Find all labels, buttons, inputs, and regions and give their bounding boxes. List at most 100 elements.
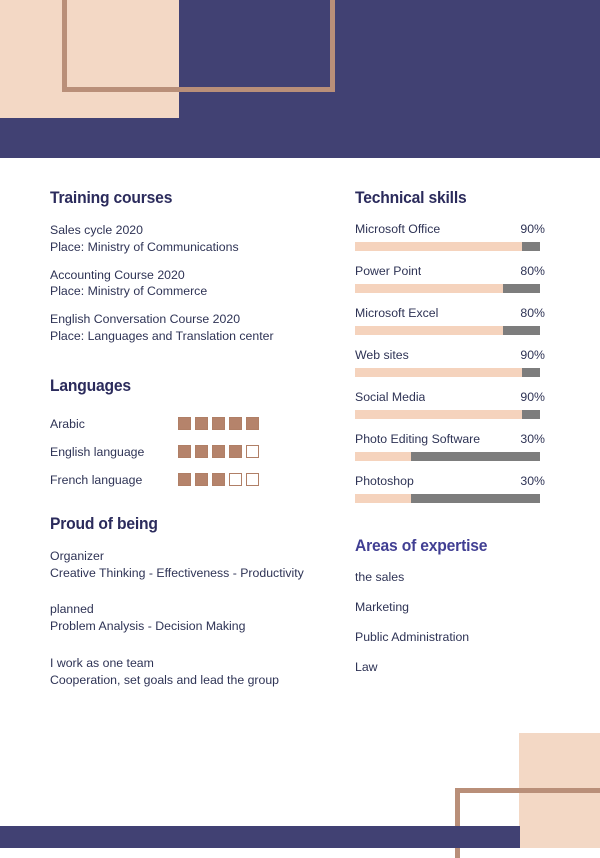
rating-square-filled	[229, 445, 242, 459]
language-rating-arabic	[178, 417, 259, 431]
rating-square-filled	[195, 473, 208, 487]
footer-navy-bar	[0, 826, 520, 848]
language-name: Arabic	[50, 416, 85, 431]
proud-detail: Cooperation, set goals and lead the grou…	[50, 672, 280, 687]
header-decoration	[0, 0, 600, 158]
language-rating-french	[178, 473, 259, 487]
skill-name: Social Media	[355, 390, 426, 404]
language-name: French language	[50, 472, 143, 487]
expertise-item: Law	[355, 660, 378, 674]
skill-header: Power Point 80%	[355, 264, 545, 278]
rating-square-filled	[229, 417, 242, 431]
skill-progress-bar	[355, 494, 540, 503]
skill-name: Power Point	[355, 264, 422, 278]
skill-progress-fill	[355, 326, 503, 335]
skill-progress-fill	[355, 494, 411, 503]
section-title-training-courses: Training courses	[50, 188, 173, 207]
rating-square-filled	[212, 473, 225, 487]
skill-header: Photoshop 30%	[355, 474, 545, 488]
skill-percent: 90%	[520, 222, 545, 236]
expertise-item: the sales	[355, 570, 405, 584]
course-name: English Conversation Course 2020	[50, 312, 241, 327]
skill-progress-bar	[355, 452, 540, 461]
skill-percent: 90%	[520, 390, 545, 404]
rating-square-filled	[195, 417, 208, 431]
skill-progress-bar	[355, 410, 540, 419]
skill-header: Photo Editing Software 30%	[355, 432, 545, 446]
skill-percent: 80%	[520, 306, 545, 320]
language-row: Arabic	[50, 410, 315, 438]
course-place: Place: Languages and Translation center	[50, 328, 274, 343]
skill-name: Microsoft Excel	[355, 306, 439, 320]
language-name: English language	[50, 444, 145, 459]
skill-percent: 30%	[520, 474, 545, 488]
course-name: Sales cycle 2020	[50, 223, 143, 237]
training-course-entry: Sales cycle 2020 Place: Ministry of Comm…	[50, 222, 315, 256]
skill-name: Photo Editing Software	[355, 432, 481, 446]
skill-progress-bar	[355, 326, 540, 335]
rating-square-filled	[212, 445, 225, 459]
skill-name: Web sites	[355, 348, 409, 362]
proud-detail: Problem Analysis - Decision Making	[50, 619, 246, 634]
right-column: Technical skills Microsoft Office 90% Po…	[355, 188, 545, 690]
skill-progress-fill	[355, 284, 503, 293]
rating-square-filled	[178, 445, 191, 459]
skill-row: Web sites 90%	[355, 348, 545, 377]
skill-percent: 90%	[520, 348, 545, 362]
skill-header: Microsoft Excel 80%	[355, 306, 545, 320]
proud-entry: Organizer Creative Thinking - Effectiven…	[50, 548, 315, 582]
skill-header: Social Media 90%	[355, 390, 545, 404]
rating-square-filled	[212, 417, 225, 431]
section-title-technical-skills: Technical skills	[355, 188, 467, 207]
skill-row: Photoshop 30%	[355, 474, 545, 503]
proud-heading: Organizer	[50, 548, 104, 563]
skill-row: Power Point 80%	[355, 264, 545, 293]
skill-progress-fill	[355, 410, 522, 419]
rating-square-filled	[246, 417, 259, 431]
skill-progress-bar	[355, 284, 540, 293]
rating-square-empty	[246, 473, 259, 487]
course-place: Place: Ministry of Communications	[50, 239, 239, 254]
skill-progress-fill	[355, 452, 411, 461]
proud-of-being-list: Organizer Creative Thinking - Effectiven…	[50, 548, 315, 689]
skill-header: Web sites 90%	[355, 348, 545, 362]
course-place: Place: Ministry of Commerce	[50, 284, 208, 299]
skill-name: Microsoft Office	[355, 222, 441, 236]
rating-square-empty	[246, 445, 259, 459]
course-name: Accounting Course 2020	[50, 267, 185, 282]
skill-progress-fill	[355, 368, 522, 377]
languages-list: Arabic English language French language	[50, 410, 315, 494]
proud-heading: planned	[50, 602, 94, 617]
rating-square-filled	[178, 417, 191, 431]
language-row: English language	[50, 438, 315, 466]
skill-progress-fill	[355, 242, 522, 251]
skill-row: Photo Editing Software 30%	[355, 432, 545, 461]
rating-square-empty	[229, 473, 242, 487]
skill-percent: 30%	[520, 432, 545, 446]
areas-of-expertise-list: the sales Marketing Public Administratio…	[355, 570, 545, 674]
footer-decoration	[0, 718, 600, 858]
skill-percent: 80%	[520, 264, 545, 278]
proud-entry: planned Problem Analysis - Decision Maki…	[50, 601, 315, 635]
skill-progress-bar	[355, 242, 540, 251]
footer-peach-lower-block	[519, 796, 600, 848]
expertise-item: Marketing	[355, 600, 409, 614]
skill-header: Microsoft Office 90%	[355, 222, 545, 236]
skill-row: Microsoft Office 90%	[355, 222, 545, 251]
rating-square-filled	[178, 473, 191, 487]
proud-detail: Creative Thinking - Effectiveness - Prod…	[50, 565, 304, 580]
section-title-areas-of-expertise: Areas of expertise	[355, 536, 488, 555]
training-course-entry: English Conversation Course 2020 Place: …	[50, 311, 315, 345]
expertise-item: Public Administration	[355, 630, 470, 644]
skill-row: Social Media 90%	[355, 390, 545, 419]
skill-row: Microsoft Excel 80%	[355, 306, 545, 335]
language-rating-english	[178, 445, 259, 459]
proud-entry: I work as one team Cooperation, set goal…	[50, 655, 315, 689]
language-row: French language	[50, 466, 315, 494]
section-title-proud-of-being: Proud of being	[50, 513, 158, 533]
rating-square-filled	[195, 445, 208, 459]
